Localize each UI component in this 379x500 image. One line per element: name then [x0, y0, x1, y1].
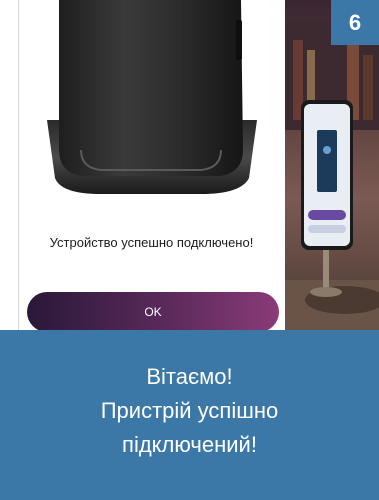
- caption-line-2: Пристрій успішно: [100, 398, 279, 423]
- instruction-slide: Устройство успешно подключено! OK 6 Віта…: [0, 0, 379, 500]
- ok-button[interactable]: OK: [27, 292, 279, 330]
- phone-on-stand-image: [285, 20, 379, 330]
- product-photo: [285, 0, 379, 330]
- success-message: Устройство успешно подключено!: [49, 235, 254, 250]
- device-image: [47, 0, 257, 194]
- caption-line-3: підключений!: [122, 432, 257, 457]
- phone-screenshot: Устройство успешно подключено! OK: [18, 0, 284, 330]
- caption-panel: Вітаємо! Пристрій успішно підключений!: [0, 330, 379, 500]
- caption-line-1: Вітаємо!: [146, 364, 233, 389]
- step-number-badge: 6: [331, 0, 379, 45]
- caption-text: Вітаємо! Пристрій успішно підключений!: [0, 360, 379, 462]
